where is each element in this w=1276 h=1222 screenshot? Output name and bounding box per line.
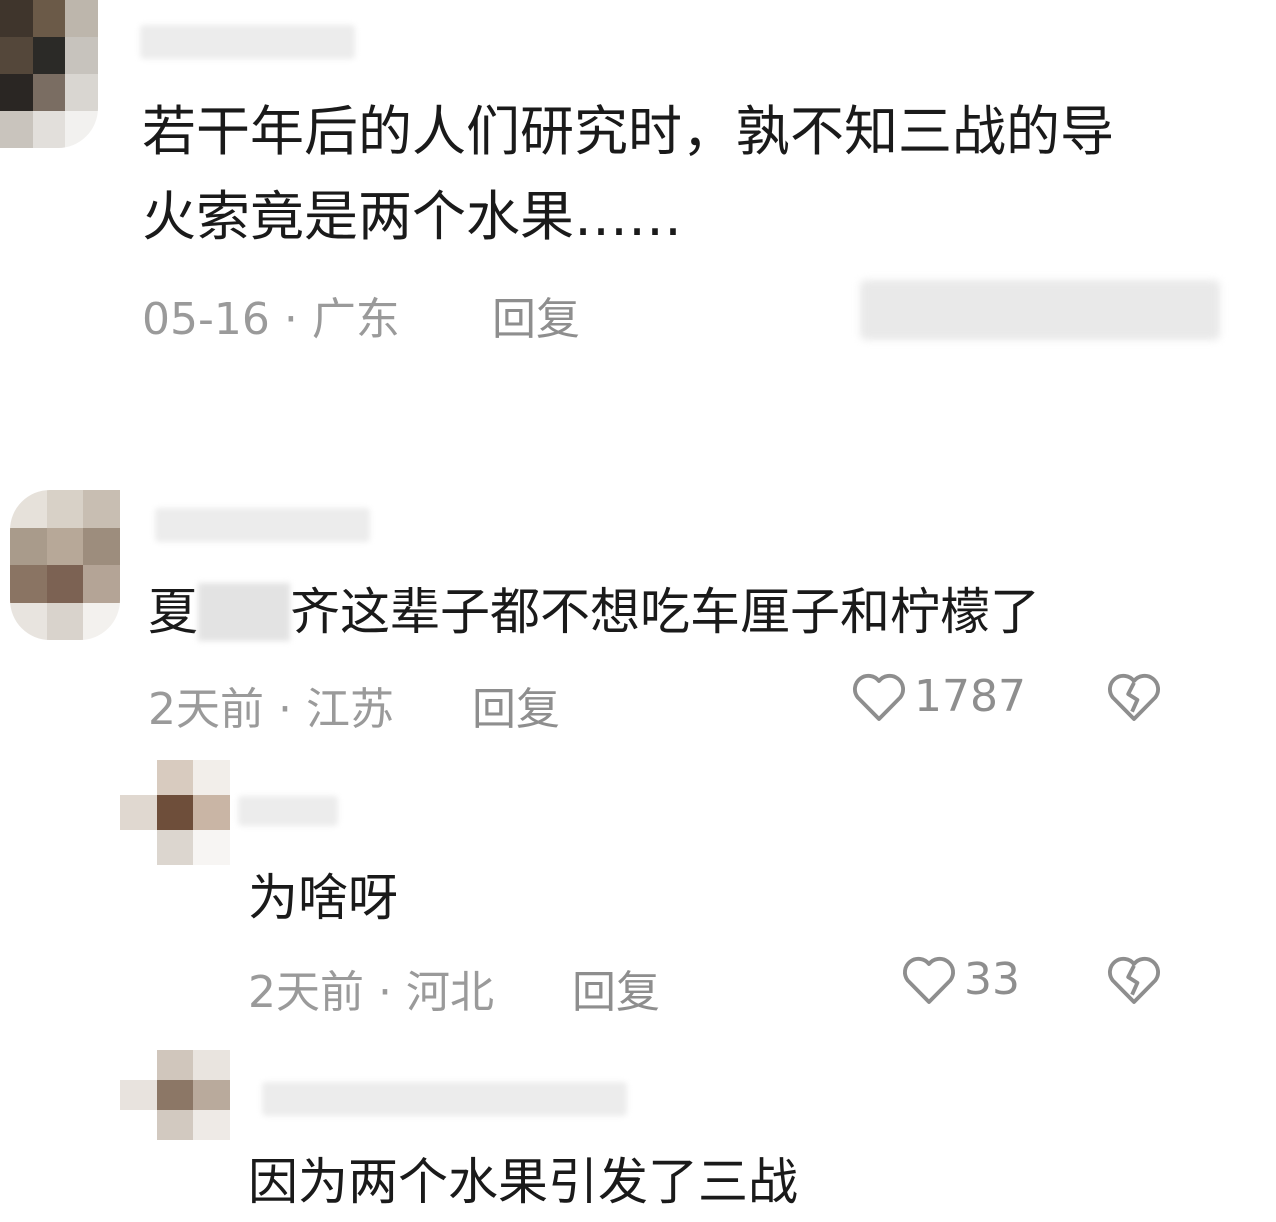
avatar[interactable]	[0, 0, 98, 148]
heart-outline-icon	[853, 673, 905, 721]
dislike-button[interactable]	[1105, 952, 1163, 1010]
like-button[interactable]: 33	[900, 952, 1020, 1006]
comment-text: 因为两个水果引发了三战	[248, 1153, 798, 1211]
comment-text-line-1: 若干年后的人们研究时，孰不知三战的导	[142, 100, 1114, 163]
dislike-button[interactable]	[1105, 669, 1163, 727]
like-count: 33	[964, 953, 1020, 1005]
comment-meta: 2天前 · 江苏	[148, 684, 394, 735]
username-blurred[interactable]	[140, 25, 355, 59]
comment-meta: 05-16 · 广东	[142, 294, 400, 345]
broken-heart-icon	[1108, 956, 1160, 1004]
reply-button[interactable]: 回复	[572, 956, 660, 1020]
reply-button[interactable]: 回复	[492, 283, 580, 347]
comment-text-line-2: 火索竟是两个水果……	[142, 185, 682, 248]
username-blurred[interactable]	[238, 796, 338, 826]
avatar[interactable]	[10, 490, 120, 640]
comment-meta: 2天前 · 河北	[248, 967, 494, 1018]
like-count: 1787	[914, 670, 1026, 722]
heart-outline-icon	[903, 956, 955, 1004]
censored-name	[198, 583, 290, 641]
like-area-blurred[interactable]	[860, 280, 1220, 340]
reply-button[interactable]: 回复	[472, 673, 560, 737]
username-blurred[interactable]	[155, 508, 370, 542]
username-blurred[interactable]	[262, 1082, 627, 1116]
comment-text-start: 夏	[148, 583, 198, 641]
like-button[interactable]: 1787	[850, 669, 1026, 723]
avatar[interactable]	[120, 760, 230, 865]
comment-text: 为啥呀	[248, 869, 398, 927]
avatar[interactable]	[120, 1050, 230, 1140]
comment-text-end: 齐这辈子都不想吃车厘子和柠檬了	[290, 583, 1040, 641]
broken-heart-icon	[1108, 673, 1160, 721]
comment-text: 夏 齐这辈子都不想吃车厘子和柠檬了	[148, 582, 1040, 642]
